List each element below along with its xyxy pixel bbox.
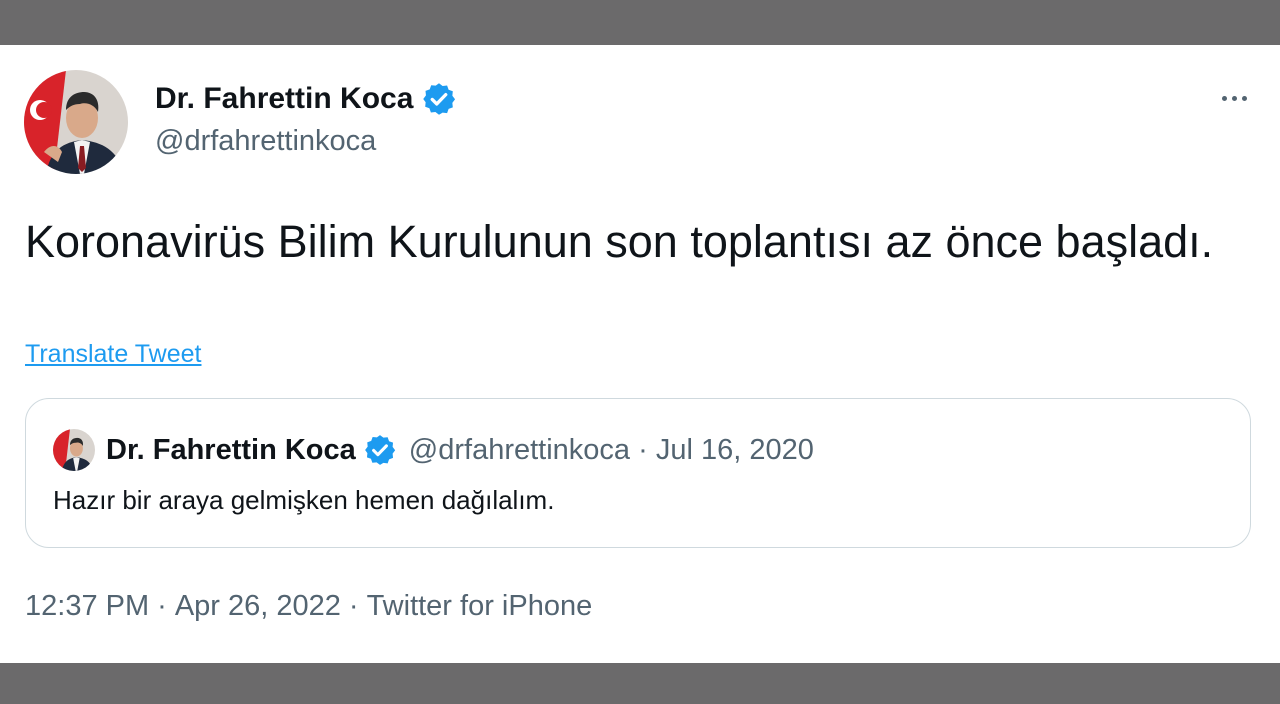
author-handle[interactable]: @drfahrettinkoca [155, 125, 376, 158]
separator: · [348, 590, 359, 622]
quoted-tweet-header: Dr. Fahrettin Koca @drfahrettinkoca · Ju… [106, 431, 814, 469]
tweet-time[interactable]: 12:37 PM [25, 590, 149, 622]
author-avatar[interactable] [24, 70, 128, 174]
tweet-source: Twitter for iPhone [366, 590, 593, 622]
verified-badge-icon [363, 433, 397, 467]
avatar-photo-icon [53, 429, 95, 471]
author-name-text: Dr. Fahrettin Koca [155, 82, 414, 115]
more-options-icon[interactable] [1212, 87, 1256, 109]
quoted-tweet-text: Hazır bir araya gelmişken hemen dağılalı… [53, 485, 555, 515]
separator: · [157, 590, 167, 622]
tweet-text: Koronavirüs Bilim Kurulunun son toplantı… [25, 216, 1214, 267]
translate-tweet-link[interactable]: Translate Tweet [25, 340, 201, 369]
tweet-date[interactable]: Apr 26, 2022 [175, 590, 341, 622]
quoted-author-name[interactable]: Dr. Fahrettin Koca [106, 434, 356, 467]
verified-badge-icon [421, 81, 457, 117]
tweet-timestamp: 12:37 PM · Apr 26, 2022 · Twitter for iPhone [25, 590, 592, 623]
quoted-author-avatar[interactable] [53, 429, 95, 471]
quoted-tweet-meta: @drfahrettinkoca · Jul 16, 2020 [408, 433, 814, 466]
avatar-photo-icon [24, 70, 128, 174]
tweet-card: Dr. Fahrettin Koca @drfahrettinkoca Koro… [0, 45, 1280, 663]
author-name[interactable]: Dr. Fahrettin Koca [155, 81, 457, 117]
quoted-tweet[interactable]: Dr. Fahrettin Koca @drfahrettinkoca · Ju… [25, 398, 1251, 548]
